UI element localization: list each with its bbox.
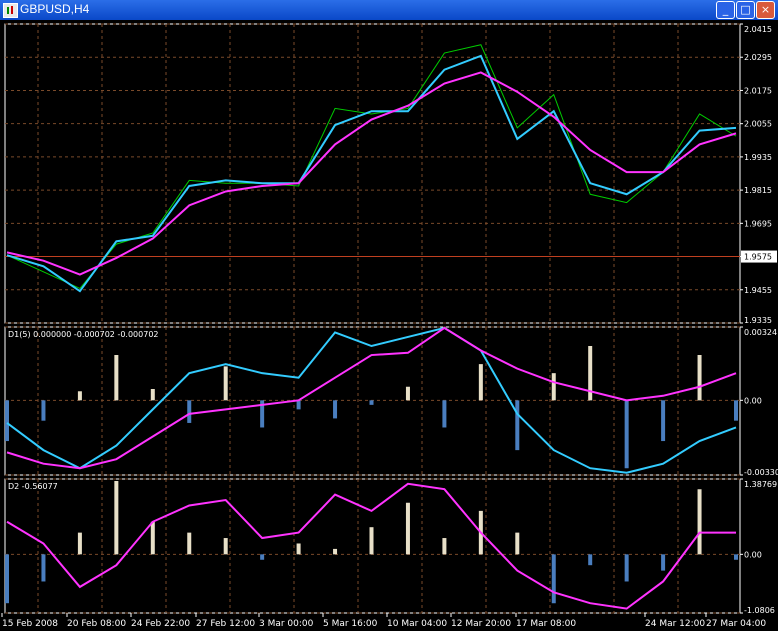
candle-red-icon: [11, 6, 13, 14]
y-tick-label: 1.9935: [744, 153, 772, 162]
current-price-label: 1.9575: [744, 253, 772, 262]
x-tick-label: 27 Mar 04:00: [706, 619, 766, 629]
y-tick-label: 0.00: [744, 396, 762, 405]
maximize-button[interactable]: □: [736, 1, 755, 19]
x-tick-label: 27 Feb 12:00: [196, 619, 255, 629]
y-tick-label: 2.0415: [744, 25, 772, 34]
y-tick-label: -1.0806: [744, 606, 775, 615]
y-tick-label: 2.0175: [744, 86, 772, 95]
x-tick-label: 17 Mar 08:00: [516, 619, 576, 629]
x-tick-label: 24 Mar 12:00: [645, 619, 705, 629]
x-tick-label: 20 Feb 08:00: [67, 619, 126, 629]
y-tick-label: 1.9695: [744, 219, 772, 228]
minimize-button[interactable]: _: [716, 1, 735, 19]
x-tick-label: 5 Mar 16:00: [323, 619, 378, 629]
y-tick-label: 1.38769: [744, 480, 777, 489]
window-titlebar[interactable]: GBPUSD,H4 _ □ ×: [0, 0, 778, 20]
chart-area[interactable]: 2.0415 2.0295 2.0175 2.0055 1.9935 1.9815 1.96…: [0, 20, 778, 631]
x-tick-label: 24 Feb 22:00: [131, 619, 190, 629]
indicator-title: D1(5) 0.000000 -0.000702 -0.000702: [8, 330, 159, 339]
x-tick-label: 3 Mar 00:00: [259, 619, 314, 629]
x-tick-label: 12 Mar 20:00: [451, 619, 511, 629]
close-button[interactable]: ×: [756, 1, 775, 19]
indicator-title: D2 -0.56077: [8, 482, 58, 491]
window-title: GBPUSD,H4: [20, 2, 90, 16]
y-tick-label: 2.0055: [744, 120, 772, 129]
x-tick-label: 10 Mar 04:00: [387, 619, 447, 629]
y-tick-label: 2.0295: [744, 53, 772, 62]
y-tick-label: 1.9815: [744, 186, 772, 195]
chart-icon: [3, 3, 18, 18]
y-tick-label: -0.00330: [744, 468, 778, 477]
y-tick-label: 0.00: [744, 550, 762, 559]
candle-green-icon: [7, 7, 9, 14]
y-tick-label: 1.9455: [744, 286, 772, 295]
x-tick-label: 15 Feb 2008: [2, 619, 58, 629]
y-tick-label: 0.00324: [744, 328, 777, 337]
y-tick-label: 1.9335: [744, 316, 772, 325]
